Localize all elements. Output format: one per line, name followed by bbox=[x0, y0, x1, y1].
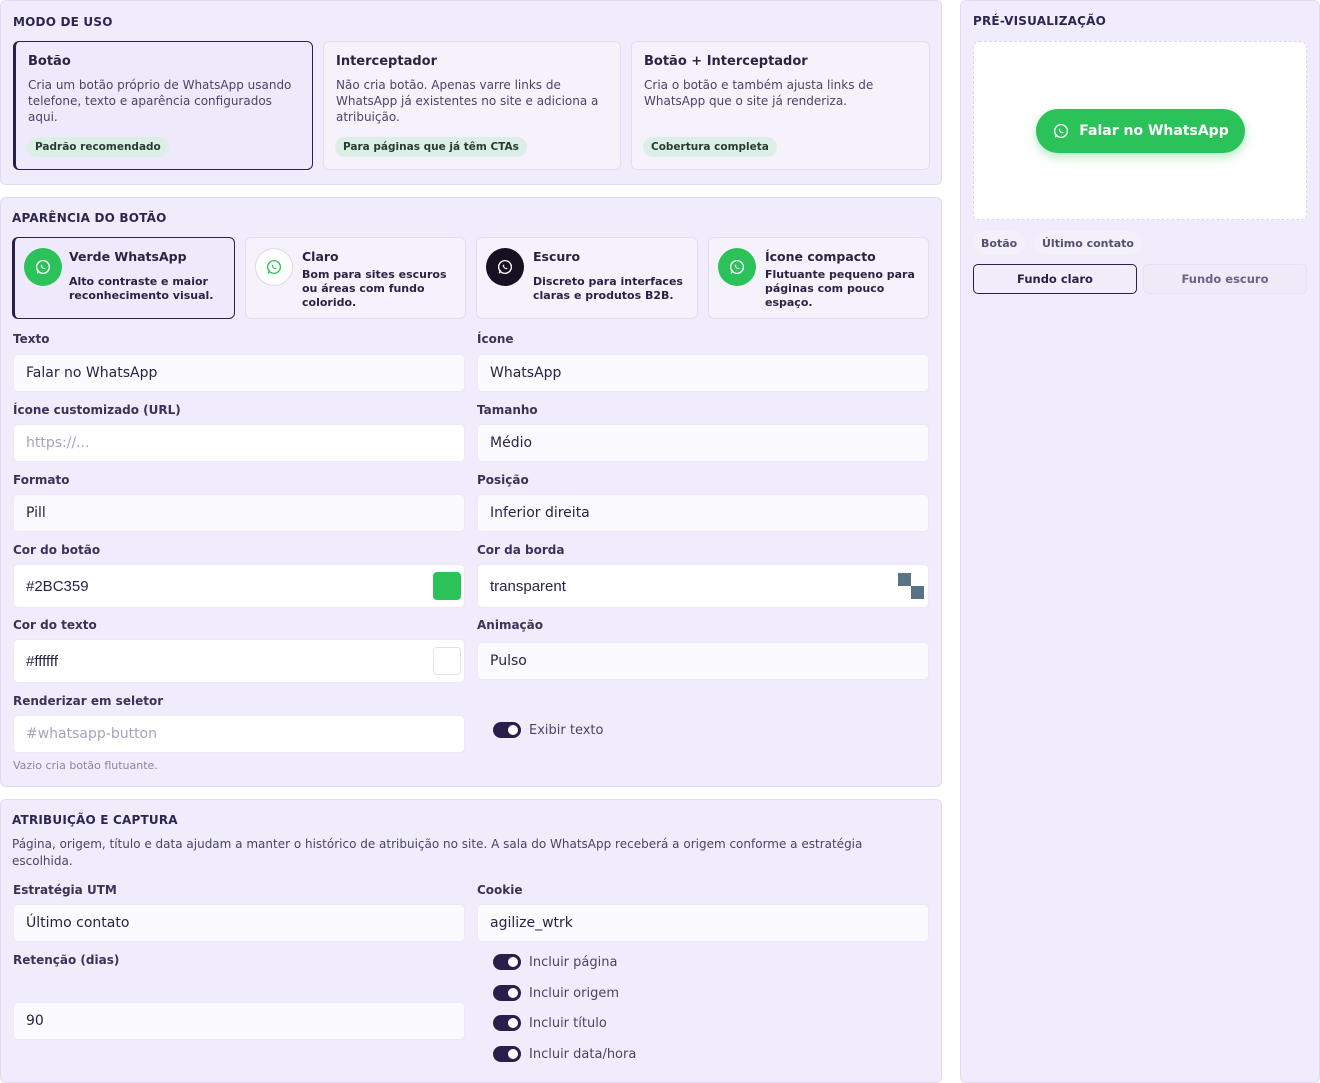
preview-chip-mode: Botão bbox=[973, 231, 1026, 255]
mode-card-badge: Padrão recomendado bbox=[27, 137, 169, 157]
style-card-desc: Discreto para interfaces claras e produt… bbox=[533, 275, 683, 302]
include-datetime-toggle-row[interactable]: Incluir data/hora bbox=[493, 1046, 636, 1062]
cookie-label: Cookie bbox=[477, 883, 523, 897]
cookie-input[interactable]: agilize_wtrk bbox=[477, 904, 929, 942]
show-text-toggle[interactable] bbox=[493, 722, 521, 738]
button-color-label: Cor do botão bbox=[13, 543, 101, 557]
border-color-input[interactable]: transparent bbox=[477, 564, 929, 608]
size-label: Tamanho bbox=[477, 403, 538, 417]
include-origin-label: Incluir origem bbox=[529, 985, 619, 1001]
mode-card-desc: Cria um botão próprio de WhatsApp usando… bbox=[28, 78, 292, 124]
retention-label: Retenção (dias) bbox=[13, 953, 120, 967]
whatsapp-icon bbox=[718, 248, 756, 286]
text-color-input[interactable]: #ffffff bbox=[13, 639, 465, 683]
preview-whatsapp-button[interactable]: Falar no WhatsApp bbox=[1036, 109, 1245, 153]
include-datetime-toggle[interactable] bbox=[493, 1046, 521, 1062]
include-origin-toggle-row[interactable]: Incluir origem bbox=[493, 985, 619, 1001]
text-color-value: #ffffff bbox=[26, 652, 58, 670]
mode-card-badge: Cobertura completa bbox=[643, 137, 777, 157]
style-card-green[interactable]: Verde WhatsApp Alto contraste e maior re… bbox=[12, 237, 235, 319]
border-color-swatch[interactable] bbox=[897, 572, 925, 600]
text-color-swatch[interactable] bbox=[433, 647, 461, 675]
whatsapp-icon bbox=[24, 248, 62, 286]
mode-card-title: Botão + Interceptador bbox=[644, 54, 808, 69]
style-card-dark[interactable]: Escuro Discreto para interfaces claras e… bbox=[476, 237, 698, 319]
include-page-toggle[interactable] bbox=[493, 954, 521, 970]
preview-chip-utm: Último contato bbox=[1034, 231, 1142, 255]
text-label: Texto bbox=[13, 332, 50, 346]
whatsapp-icon bbox=[1052, 122, 1070, 140]
mode-card-button[interactable]: Botão Cria um botão próprio de WhatsApp … bbox=[13, 41, 313, 170]
mode-section-title: MODO DE USO bbox=[13, 15, 113, 29]
style-card-title: Ícone compacto bbox=[765, 249, 876, 264]
button-color-input[interactable]: #2BC359 bbox=[13, 564, 465, 608]
style-card-title: Escuro bbox=[533, 249, 581, 264]
appearance-section-title: APARÊNCIA DO BOTÃO bbox=[12, 211, 167, 225]
mode-panel: MODO DE USO Botão Cria um botão próprio … bbox=[0, 0, 942, 185]
animation-select[interactable]: Pulso bbox=[477, 642, 929, 680]
icon-select[interactable]: WhatsApp bbox=[477, 354, 929, 392]
include-title-toggle-row[interactable]: Incluir título bbox=[493, 1015, 607, 1031]
style-card-desc: Bom para sites escuros ou áreas com fund… bbox=[302, 268, 447, 309]
utm-label: Estratégia UTM bbox=[13, 883, 117, 897]
bg-light-button[interactable]: Fundo claro bbox=[973, 264, 1137, 294]
preview-section-title: PRÉ-VISUALIZAÇÃO bbox=[973, 14, 1106, 28]
retention-input[interactable]: 90 bbox=[13, 1002, 465, 1040]
custom-icon-input[interactable]: https://... bbox=[13, 424, 465, 462]
include-title-label: Incluir título bbox=[529, 1015, 607, 1031]
bg-dark-button[interactable]: Fundo escuro bbox=[1143, 264, 1307, 294]
style-card-light[interactable]: Claro Bom para sites escuros ou áreas co… bbox=[245, 237, 466, 319]
format-label: Formato bbox=[13, 473, 70, 487]
attribution-desc: Página, origem, título e data ajudam a m… bbox=[12, 837, 863, 868]
style-card-compact[interactable]: Ícone compacto Flutuante pequeno para pá… bbox=[708, 237, 929, 319]
custom-icon-label: Ícone customizado (URL) bbox=[13, 403, 181, 417]
animation-label: Animação bbox=[477, 618, 543, 632]
whatsapp-icon bbox=[486, 248, 524, 286]
attribution-section-title: ATRIBUIÇÃO E CAPTURA bbox=[12, 813, 178, 827]
position-label: Posição bbox=[477, 473, 529, 487]
style-card-title: Verde WhatsApp bbox=[69, 249, 187, 264]
format-select[interactable]: Pill bbox=[13, 494, 465, 532]
mode-card-title: Botão bbox=[28, 54, 71, 69]
show-text-label: Exibir texto bbox=[529, 722, 604, 738]
style-card-title: Claro bbox=[302, 249, 339, 264]
mode-card-desc: Cria o botão e também ajusta links de Wh… bbox=[644, 78, 874, 108]
size-select[interactable]: Médio bbox=[477, 424, 929, 462]
mode-card-button-interceptor[interactable]: Botão + Interceptador Cria o botão e tam… bbox=[631, 41, 930, 170]
include-title-toggle[interactable] bbox=[493, 1015, 521, 1031]
selector-label: Renderizar em seletor bbox=[13, 694, 164, 708]
mode-card-badge: Para páginas que já têm CTAs bbox=[335, 137, 527, 157]
include-page-label: Incluir página bbox=[529, 954, 618, 970]
show-text-toggle-row[interactable]: Exibir texto bbox=[493, 722, 603, 738]
style-card-desc: Flutuante pequeno para páginas com pouco… bbox=[765, 268, 915, 309]
border-color-label: Cor da borda bbox=[477, 543, 565, 557]
mode-card-desc: Não cria botão. Apenas varre links de Wh… bbox=[336, 78, 599, 124]
icon-label: Ícone bbox=[477, 332, 514, 346]
mode-card-title: Interceptador bbox=[336, 54, 437, 69]
include-datetime-label: Incluir data/hora bbox=[529, 1046, 637, 1062]
selector-input[interactable]: #whatsapp-button bbox=[13, 715, 465, 753]
include-origin-toggle[interactable] bbox=[493, 985, 521, 1001]
text-color-label: Cor do texto bbox=[13, 618, 97, 632]
include-page-toggle-row[interactable]: Incluir página bbox=[493, 954, 617, 970]
text-input[interactable]: Falar no WhatsApp bbox=[13, 354, 465, 392]
border-color-value: transparent bbox=[490, 577, 566, 595]
whatsapp-icon bbox=[255, 248, 293, 286]
button-color-value: #2BC359 bbox=[26, 577, 89, 595]
preview-button-label: Falar no WhatsApp bbox=[1079, 123, 1229, 139]
button-color-swatch[interactable] bbox=[433, 572, 461, 600]
utm-select[interactable]: Último contato bbox=[13, 904, 465, 942]
style-card-desc: Alto contraste e maior reconhecimento vi… bbox=[69, 275, 214, 302]
mode-card-interceptor[interactable]: Interceptador Não cria botão. Apenas var… bbox=[323, 41, 621, 170]
position-select[interactable]: Inferior direita bbox=[477, 494, 929, 532]
selector-hint: Vazio cria botão flutuante. bbox=[13, 759, 158, 772]
